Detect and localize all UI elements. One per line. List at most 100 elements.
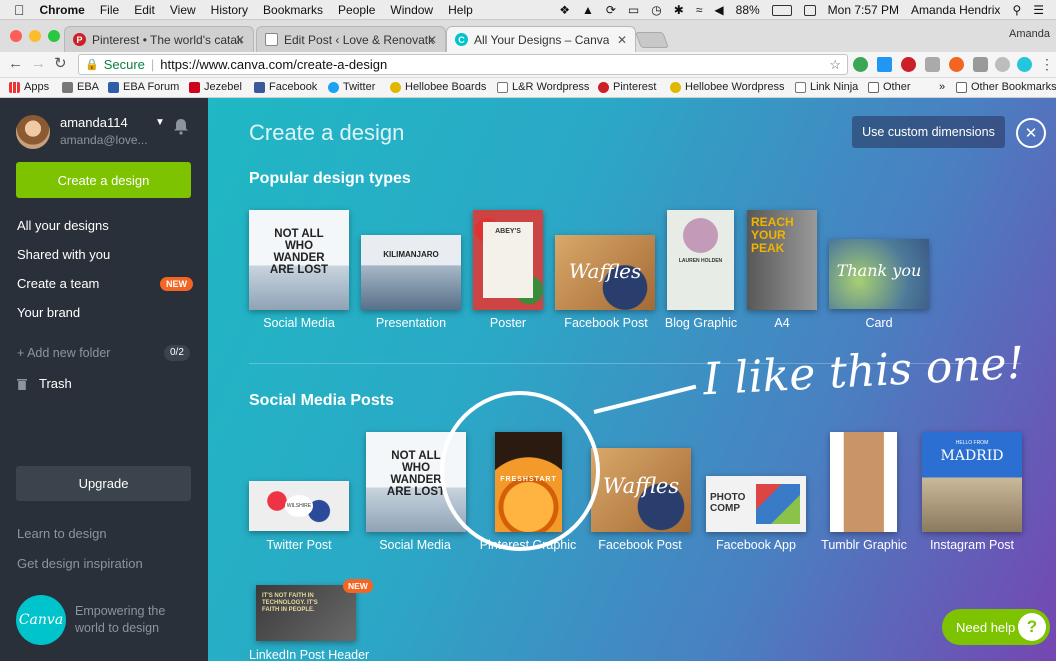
upgrade-button[interactable]: Upgrade: [16, 466, 191, 501]
airplay-icon[interactable]: ▭: [628, 3, 639, 17]
menu-window[interactable]: Window: [390, 3, 433, 17]
thumb-instagram-post[interactable]: HELLO FROM MADRID: [922, 432, 1022, 532]
nav-shared-with-you[interactable]: Shared with you: [17, 247, 110, 262]
menu-history[interactable]: History: [211, 3, 248, 17]
learn-to-design-link[interactable]: Learn to design: [17, 526, 107, 541]
label-poster[interactable]: Poster: [490, 316, 526, 330]
thumb-facebook-post[interactable]: Waffles: [555, 235, 655, 310]
label-card[interactable]: Card: [865, 316, 892, 330]
dropbox-icon[interactable]: ❖: [559, 3, 570, 17]
forward-arrow-icon[interactable]: →: [31, 55, 46, 72]
create-design-button[interactable]: Create a design: [16, 162, 191, 198]
chrome-profile-name[interactable]: Amanda: [1009, 28, 1050, 40]
menu-file[interactable]: File: [100, 3, 119, 17]
thumb-facebook-app[interactable]: PHOTO COMP: [706, 476, 806, 532]
apple-icon[interactable]: : [14, 2, 25, 18]
bookmark-star-icon[interactable]: ☆: [829, 57, 841, 73]
tab-close-icon[interactable]: ✕: [427, 33, 437, 47]
nav-your-brand[interactable]: Your brand: [17, 305, 80, 320]
bookmark-jezebel[interactable]: Jezebel: [189, 81, 242, 93]
spotlight-search-icon[interactable]: ⚲: [1012, 3, 1021, 17]
thumb-social-media[interactable]: NOT ALL WHO WANDER ARE LOST: [249, 210, 349, 310]
bookmark-twitter[interactable]: Twitter: [328, 81, 375, 93]
bookmark-hellobee-wordpress[interactable]: Hellobee Wordpress: [670, 81, 784, 93]
notification-bell-icon[interactable]: [173, 118, 189, 135]
tab-pinterest[interactable]: P Pinterest • The world's catalog ✕: [64, 26, 254, 52]
extension-cloud-icon[interactable]: [995, 57, 1010, 72]
menubar-clock[interactable]: Mon 7:57 PM: [828, 3, 899, 17]
extension-pinterest-icon[interactable]: [901, 57, 916, 72]
label-social-media-2[interactable]: Social Media: [379, 538, 451, 552]
canva-logo[interactable]: Canva: [16, 595, 66, 645]
bookmark-facebook[interactable]: Facebook: [254, 81, 317, 93]
label-a4[interactable]: A4: [774, 316, 789, 330]
address-bar[interactable]: 🔒 Secure | https://www.canva.com/create-…: [78, 54, 848, 75]
battery-percent[interactable]: 88%: [736, 3, 760, 17]
tab-edit-post[interactable]: Edit Post ‹ Love & Renovations ✕: [256, 26, 446, 52]
thumb-facebook-post-2[interactable]: Waffles: [591, 448, 691, 532]
bookmarks-overflow[interactable]: »: [939, 81, 945, 93]
label-facebook-post[interactable]: Facebook Post: [564, 316, 647, 330]
thumb-twitter-post[interactable]: WILSHIRE: [249, 481, 349, 531]
battery-icon[interactable]: [771, 3, 792, 17]
custom-dimensions-button[interactable]: Use custom dimensions: [852, 116, 1005, 148]
menu-view[interactable]: View: [170, 3, 196, 17]
extension-share-icon[interactable]: [949, 57, 964, 72]
bookmark-lr-wordpress[interactable]: L&R Wordpress: [497, 81, 589, 93]
window-close-button[interactable]: [10, 30, 22, 42]
thumb-tumblr-graphic[interactable]: [830, 432, 897, 532]
timemachine-icon[interactable]: ◷: [651, 3, 661, 17]
avatar[interactable]: [16, 115, 50, 149]
extension-new-icon[interactable]: [853, 57, 868, 72]
thumb-presentation[interactable]: KILIMANJARO: [361, 235, 461, 310]
label-facebook-post-2[interactable]: Facebook Post: [598, 538, 681, 552]
window-zoom-button[interactable]: [48, 30, 60, 42]
menu-people[interactable]: People: [338, 3, 375, 17]
chrome-menu-icon[interactable]: ⋮: [1040, 56, 1054, 73]
bookmark-other-bookmarks[interactable]: Other Bookmarks: [956, 81, 1056, 93]
extension-m-icon[interactable]: [1017, 57, 1032, 72]
wifi-icon[interactable]: ≈: [696, 3, 703, 17]
bookmark-other[interactable]: Other: [868, 81, 911, 93]
thumb-card[interactable]: Thank you: [829, 239, 929, 309]
address-url[interactable]: https://www.canva.com/create-a-design: [160, 57, 387, 72]
extension-bird-icon[interactable]: [877, 57, 892, 72]
close-icon[interactable]: ✕: [1016, 118, 1046, 148]
volume-icon[interactable]: ◀: [714, 3, 723, 17]
label-twitter-post[interactable]: Twitter Post: [266, 538, 331, 552]
extension-puzzle-icon[interactable]: [973, 57, 988, 72]
label-presentation[interactable]: Presentation: [376, 316, 446, 330]
menu-app-name[interactable]: Chrome: [40, 3, 85, 17]
window-minimize-button[interactable]: [29, 30, 41, 42]
sync-icon[interactable]: ⟳: [606, 3, 616, 17]
design-inspiration-link[interactable]: Get design inspiration: [17, 556, 143, 571]
label-blog-graphic[interactable]: Blog Graphic: [665, 316, 737, 330]
thumb-a4[interactable]: REACH YOUR PEAK: [747, 210, 817, 310]
bookmark-eba-forum[interactable]: EBA Forum: [108, 81, 179, 93]
account-username[interactable]: amanda114: [60, 115, 128, 130]
bluetooth-icon[interactable]: ✱: [674, 3, 684, 17]
label-social-media[interactable]: Social Media: [263, 316, 335, 330]
bookmark-hellobee-boards[interactable]: Hellobee Boards: [390, 81, 486, 93]
add-folder-link[interactable]: + Add new folder: [17, 346, 110, 360]
thumb-blog-graphic[interactable]: LAUREN HOLDEN: [667, 210, 734, 310]
tab-canva[interactable]: C All Your Designs – Canva ✕: [446, 26, 636, 52]
label-linkedin-post-header[interactable]: LinkedIn Post Header: [249, 648, 369, 661]
bookmark-apps[interactable]: Apps: [9, 81, 49, 93]
tab-close-icon[interactable]: ✕: [617, 33, 627, 47]
label-tumblr-graphic[interactable]: Tumblr Graphic: [821, 538, 907, 552]
need-help-button[interactable]: Need help ?: [942, 609, 1050, 645]
nav-all-designs[interactable]: All your designs: [17, 218, 109, 233]
bookmark-pinterest[interactable]: Pinterest: [598, 81, 656, 93]
thumb-poster[interactable]: ABEY'S: [473, 210, 543, 310]
label-instagram-post[interactable]: Instagram Post: [930, 538, 1014, 552]
drive-icon[interactable]: ▲: [582, 3, 594, 17]
account-dropdown-icon[interactable]: ▼: [155, 117, 165, 128]
tab-close-icon[interactable]: ✕: [235, 33, 245, 47]
new-tab-button[interactable]: [635, 32, 669, 48]
menu-bookmarks[interactable]: Bookmarks: [263, 3, 323, 17]
menu-edit[interactable]: Edit: [134, 3, 155, 17]
menu-help[interactable]: Help: [448, 3, 473, 17]
label-facebook-app[interactable]: Facebook App: [716, 538, 796, 552]
nav-create-team[interactable]: Create a team: [17, 276, 99, 291]
